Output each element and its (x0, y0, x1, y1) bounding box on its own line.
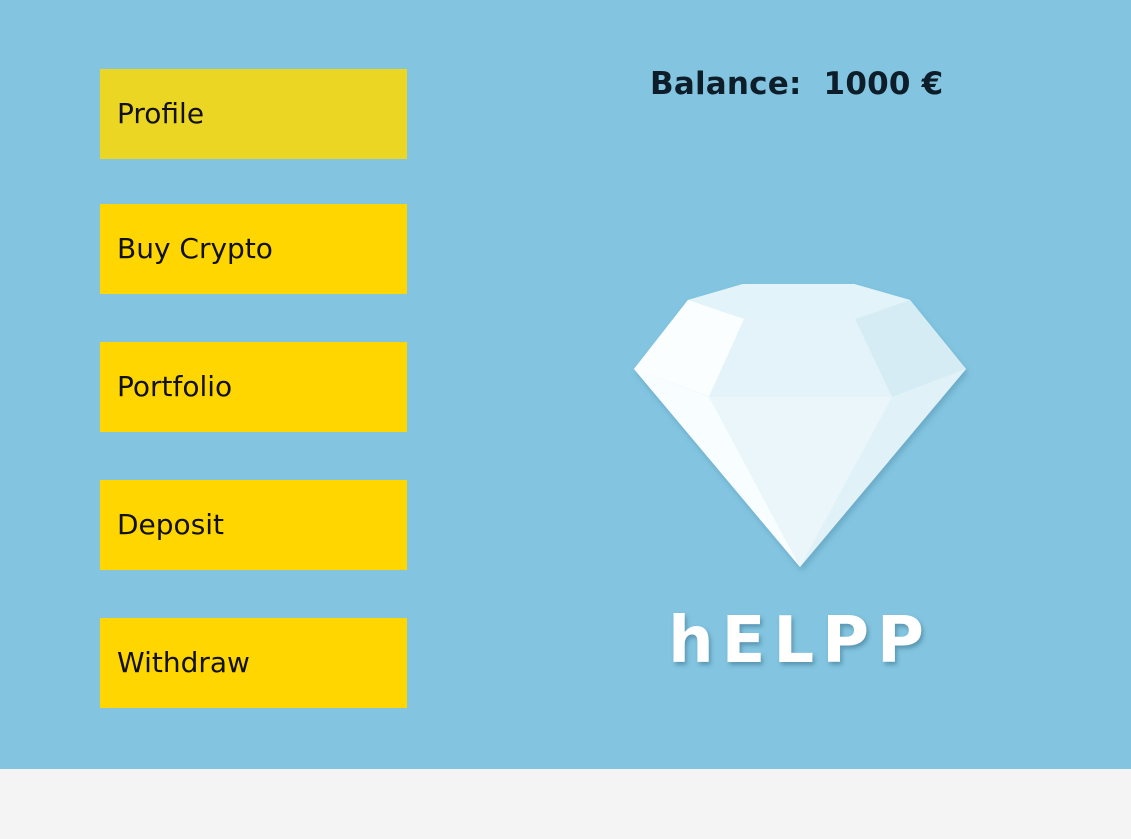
profile-button[interactable]: Profile (100, 69, 407, 159)
footer-area (0, 769, 1131, 839)
balance-display: Balance: 1000 € (650, 66, 944, 102)
portfolio-button[interactable]: Portfolio (100, 342, 407, 432)
brand-wordmark: hELPP (668, 604, 932, 678)
buy-crypto-button[interactable]: Buy Crypto (100, 204, 407, 294)
main-panel: Profile Buy Crypto Portfolio Deposit Wit… (0, 0, 1131, 769)
withdraw-button[interactable]: Withdraw (100, 618, 407, 708)
deposit-button[interactable]: Deposit (100, 480, 407, 570)
